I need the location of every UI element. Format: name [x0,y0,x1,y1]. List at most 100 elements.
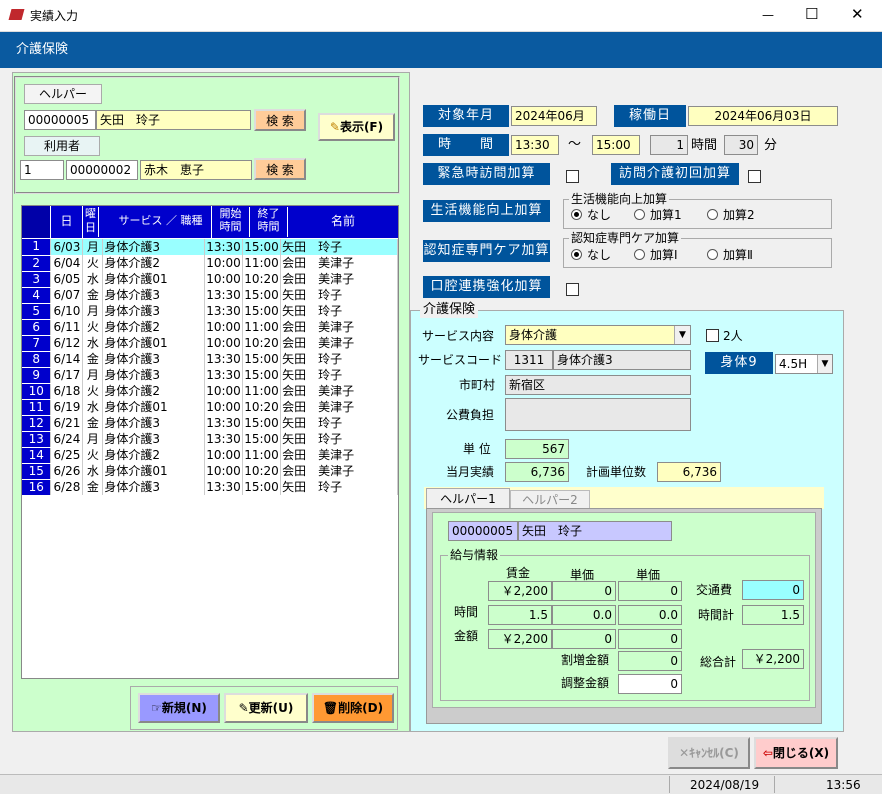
row-number: 8 [22,351,52,368]
dementia-opt-2-radio[interactable] [707,249,718,260]
table-row[interactable]: 7 6/12 水身体介護01 10:00 10:20 会田 美津子 [22,335,398,352]
target-month-field[interactable]: 2024年06月 [511,106,597,126]
table-row[interactable]: 3 6/05 水身体介護01 10:00 10:20 会田 美津子 [22,271,398,288]
row-day: 6/28 [50,479,84,495]
delete-button-label: 削除(D) [338,701,384,715]
row-weekday: 水 [82,335,104,351]
table-row[interactable]: 11 6/19 水身体介護01 10:00 10:20 会田 美津子 [22,399,398,416]
new-button[interactable]: ☞新規(N) [138,693,220,723]
table-row[interactable]: 16 6/28 金身体介護3 13:30 15:00 矢田 玲子 [22,479,398,496]
helper-search-button[interactable]: 検 索 [254,109,306,131]
table-row[interactable]: 10 6/18 火身体介護2 10:00 11:00 会田 美津子 [22,383,398,400]
row-end: 15:00 [242,287,282,303]
row-weekday: 火 [82,383,104,399]
end-time-field[interactable]: 15:00 [592,135,640,155]
table-row[interactable]: 5 6/10 月身体介護3 13:30 15:00 矢田 玲子 [22,303,398,320]
edit-icon: ✎ [238,701,249,715]
city-field: 新宿区 [505,375,691,395]
table-row[interactable]: 9 6/17 月身体介護3 13:30 15:00 矢田 玲子 [22,367,398,384]
app-icon [8,9,25,20]
row-number: 4 [22,287,52,304]
helper-name-field[interactable]: 矢田 玲子 [96,110,251,130]
row-start: 10:00 [204,463,244,479]
life-opt-2-radio[interactable] [707,209,718,220]
two-person-label: 2人 [723,329,743,343]
row-service: 身体介護2 [102,383,206,399]
table-row[interactable]: 15 6/26 水身体介護01 10:00 10:20 会田 美津子 [22,463,398,480]
table-row[interactable]: 13 6/24 月身体介護3 13:30 15:00 矢田 玲子 [22,431,398,448]
life-function-button[interactable]: 生活機能向上加算 [423,200,550,222]
row-service: 身体介護01 [102,271,206,287]
row-end: 15:00 [242,351,282,367]
row-service: 身体介護2 [102,447,206,463]
initial-visit-checkbox[interactable] [748,170,761,183]
table-row[interactable]: 2 6/04 火身体介護2 10:00 11:00 会田 美津子 [22,255,398,272]
transport-field[interactable]: 0 [742,580,804,600]
life-opt-1-label: 加算1 [650,208,682,222]
row-service: 身体介護3 [102,367,206,383]
col-service: サービス ／ 職種 [110,206,212,238]
dementia-opt-1-radio[interactable] [634,249,645,260]
row-name: 矢田 玲子 [280,303,398,319]
chevron-down-icon: ▼ [817,355,832,373]
wage-cell-1[interactable]: ￥2,200 [488,581,552,601]
emergency-checkbox[interactable] [566,170,579,183]
tab-helper1[interactable]: ヘルパー1 [426,488,510,510]
minimize-icon[interactable]: — [762,7,774,23]
row-name: 矢田 玲子 [280,415,398,431]
table-row[interactable]: 6 6/11 火身体介護2 10:00 11:00 会田 美津子 [22,319,398,336]
tab-helper2[interactable]: ヘルパー2 [510,490,590,509]
row-start: 13:30 [204,239,244,255]
row-day: 6/12 [50,335,84,351]
row-day: 6/14 [50,351,84,367]
hours-unit: 時間 [691,138,718,153]
col-day: 日 [51,206,83,238]
body-button[interactable]: 身体9 [705,352,773,374]
dementia-button[interactable]: 認知症専門ケア加算 [423,240,550,262]
body-select[interactable]: 4.5H ▼ [775,354,833,374]
show-button[interactable]: ✎表示(F) [318,113,395,141]
row-end: 10:20 [242,271,282,287]
row-name: 会田 美津子 [280,255,398,271]
row-end: 11:00 [242,383,282,399]
table-row[interactable]: 12 6/21 金身体介護3 13:30 15:00 矢田 玲子 [22,415,398,432]
close-button[interactable]: ⇦閉じる(X) [754,737,838,769]
maximize-icon[interactable]: ☐ [805,6,818,22]
dementia-opt-none-radio[interactable] [571,249,582,260]
service-content-select[interactable]: 身体介護 ▼ [505,325,691,345]
row-name: 会田 美津子 [280,383,398,399]
unit-price-cell-1[interactable]: 0 [552,581,616,601]
cancel-button[interactable]: ✕ｷｬﾝｾﾙ(C) [668,737,750,769]
service-content-value: 身体介護 [509,328,558,342]
adjust-field[interactable]: 0 [618,674,682,694]
row-number: 7 [22,335,52,352]
life-opt-1-radio[interactable] [634,209,645,220]
row-name: 会田 美津子 [280,319,398,335]
table-row[interactable]: 4 6/07 金身体介護3 13:30 15:00 矢田 玲子 [22,287,398,304]
helper-id-field[interactable]: 00000005 [24,110,96,130]
oral-checkbox[interactable] [566,283,579,296]
user-no-field[interactable]: 1 [20,160,64,180]
work-day-field[interactable]: 2024年06月03日 [688,106,838,126]
row-weekday: 金 [82,479,104,495]
schedule-table: 日 曜日 サービス ／ 職種 開始時間 終了時間 名前 1 6/03 月身体介護3 1… [21,205,399,679]
oral-label: 口腔連携強化加算 [423,276,550,298]
table-row[interactable]: 8 6/14 金身体介護3 13:30 15:00 矢田 玲子 [22,351,398,368]
table-row[interactable]: 1 6/03 月身体介護3 13:30 15:00 矢田 玲子 [22,239,398,256]
start-time-field[interactable]: 13:30 [511,135,559,155]
month-field: 6,736 [505,462,569,482]
two-person-checkbox[interactable] [706,329,719,342]
row-number: 16 [22,479,52,496]
close-icon[interactable]: ✕ [851,6,864,22]
row-weekday: 火 [82,319,104,335]
life-opt-none-radio[interactable] [571,209,582,220]
table-row[interactable]: 14 6/25 火身体介護2 10:00 11:00 会田 美津子 [22,447,398,464]
user-name-field[interactable]: 赤木 恵子 [140,160,252,180]
row-number: 5 [22,303,52,320]
row-day: 6/19 [50,399,84,415]
update-button[interactable]: ✎更新(U) [224,693,308,723]
delete-button[interactable]: 🗑削除(D) [312,693,394,723]
unit-price-cell-2[interactable]: 0 [618,581,682,601]
user-search-button[interactable]: 検 索 [254,158,306,180]
user-id-field[interactable]: 00000002 [66,160,138,180]
